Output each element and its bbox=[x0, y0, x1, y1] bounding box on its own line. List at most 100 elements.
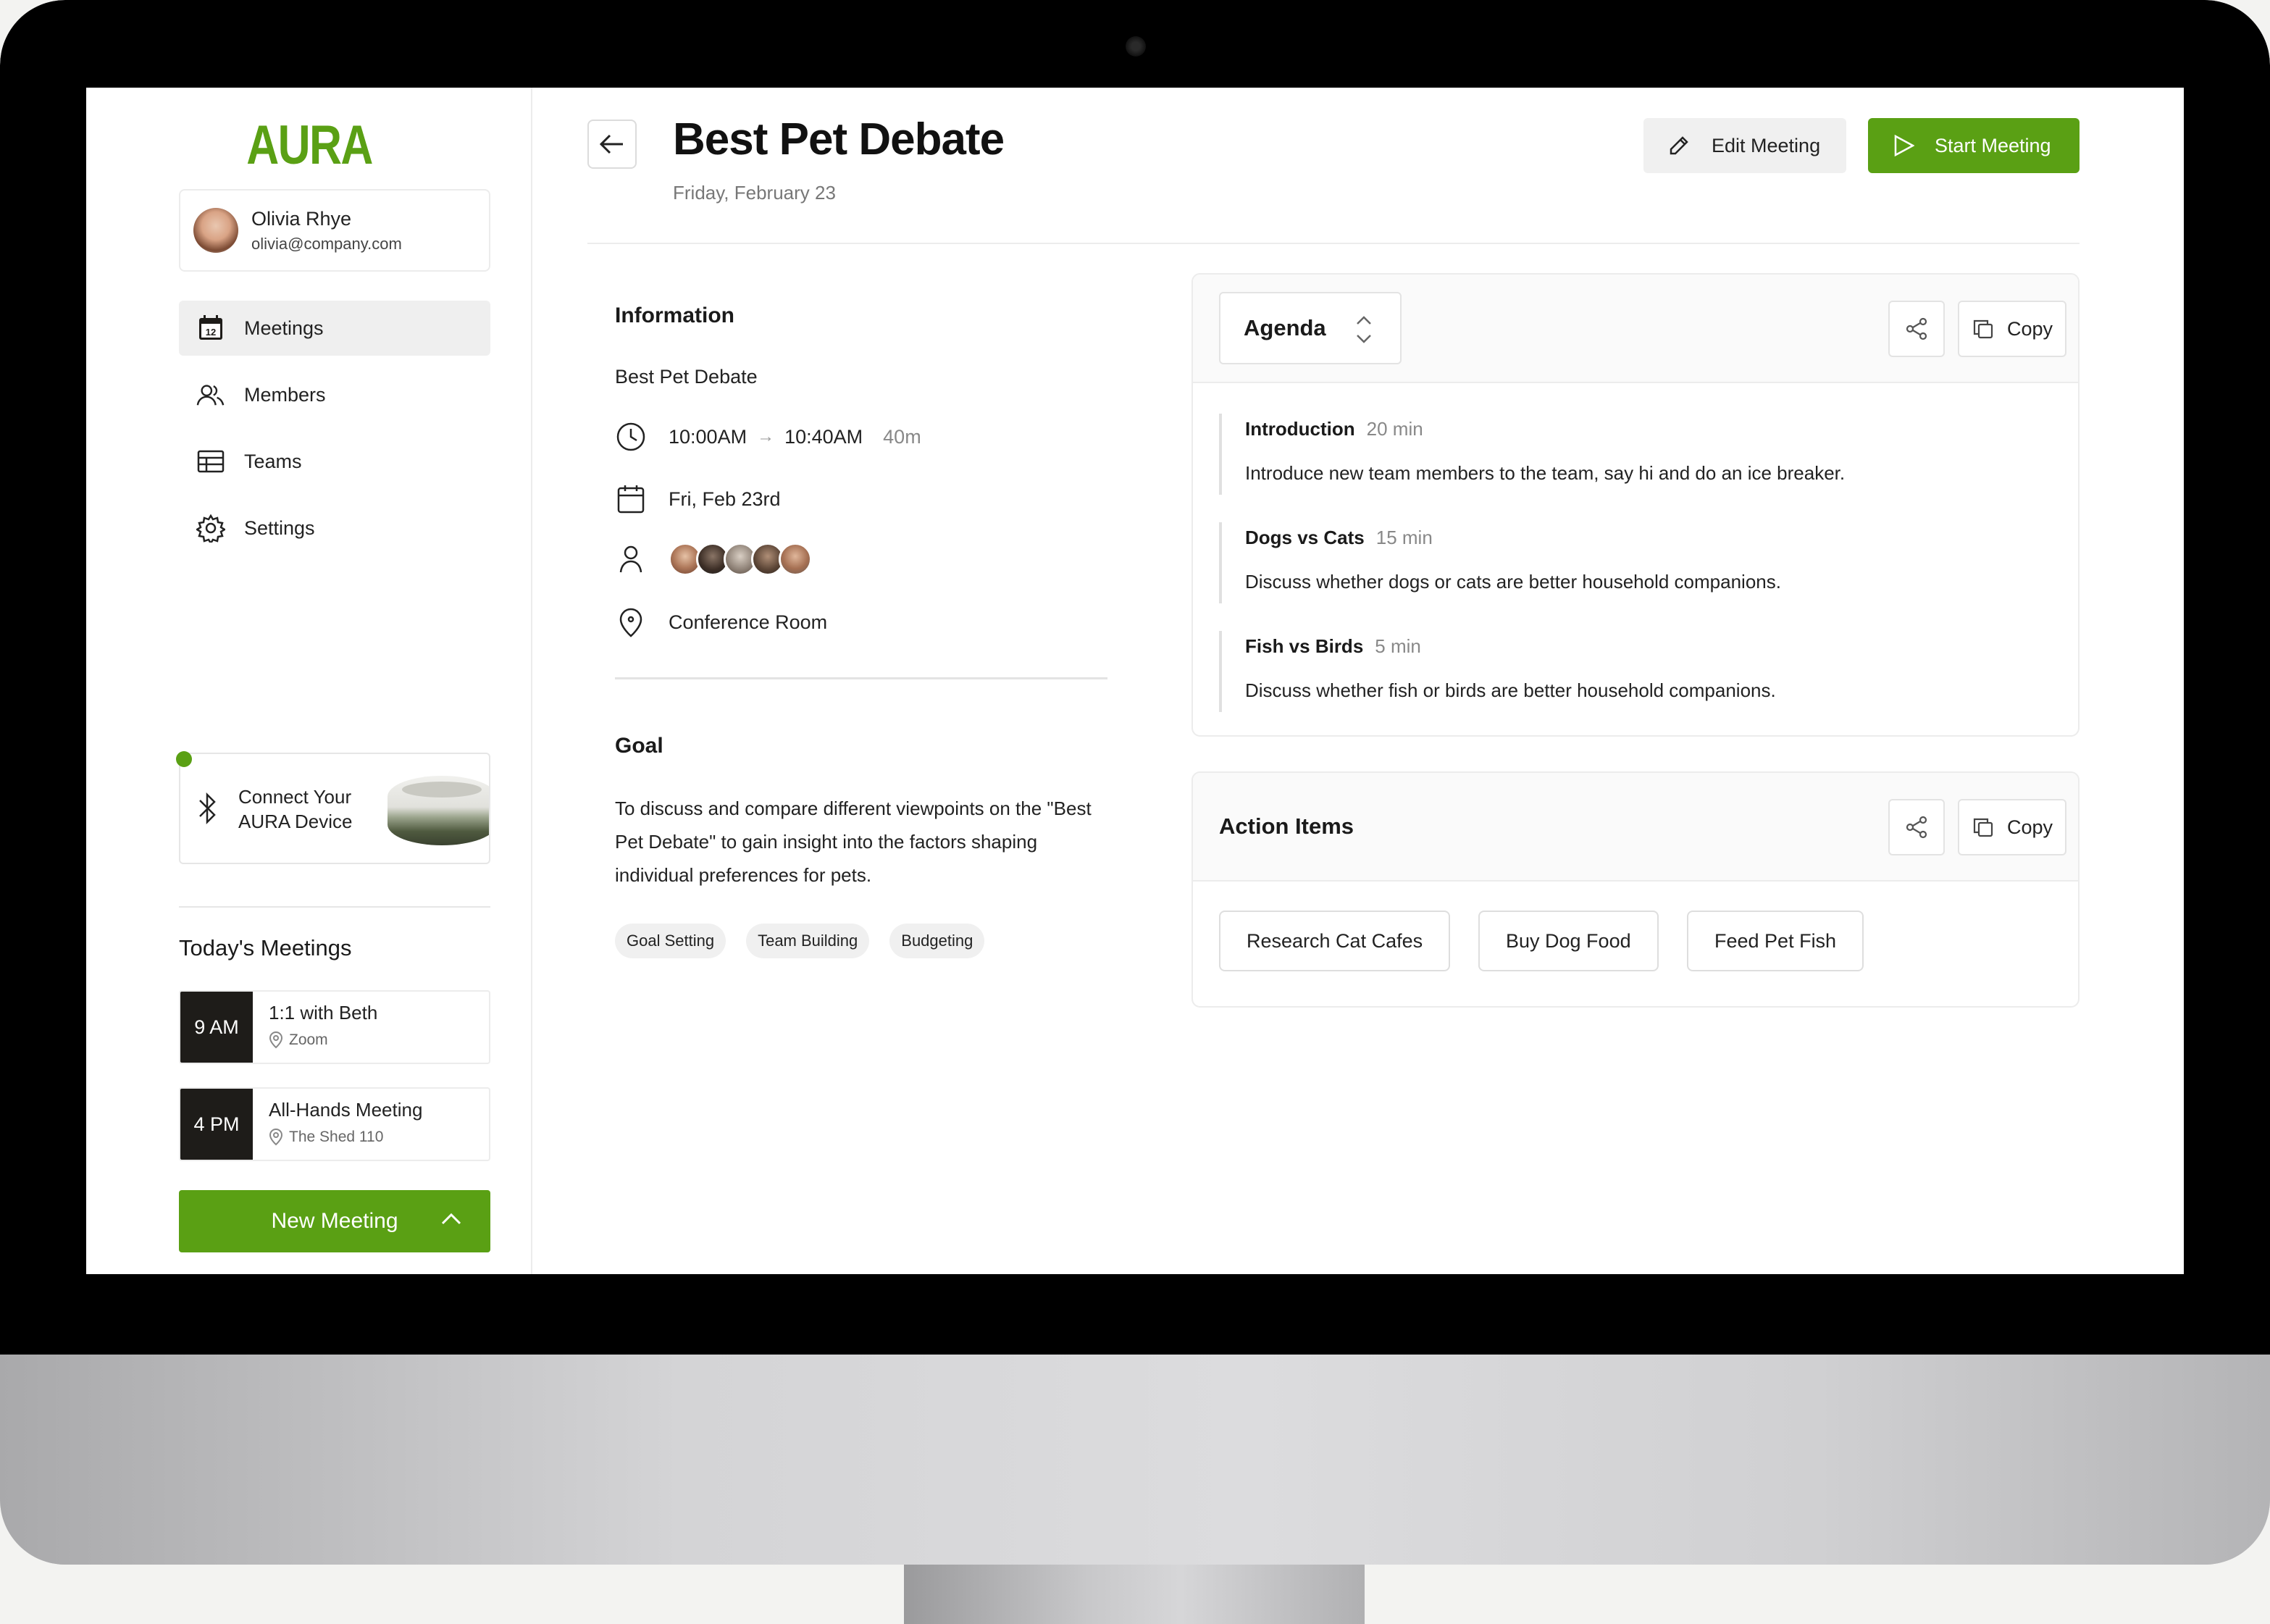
arrow-right-icon: → bbox=[757, 427, 775, 446]
back-button[interactable] bbox=[587, 120, 637, 169]
date-row: Fri, Feb 23rd bbox=[615, 483, 781, 515]
time-row: 10:00AM → 10:40AM 40m bbox=[615, 421, 921, 453]
goal-tags: Goal Setting Team Building Budgeting bbox=[615, 924, 1005, 958]
duration: 40m bbox=[883, 425, 921, 448]
calendar-icon: 12 bbox=[196, 314, 225, 343]
play-icon bbox=[1894, 134, 1914, 157]
calendar-icon bbox=[615, 483, 647, 515]
copy-icon bbox=[1973, 818, 1993, 837]
agenda-item-duration: 15 min bbox=[1375, 527, 1433, 548]
copy-button[interactable]: Copy bbox=[1958, 799, 2066, 855]
pencil-icon bbox=[1670, 136, 1688, 155]
sidebar-item-label: Meetings bbox=[244, 317, 324, 339]
agenda-item[interactable]: Dogs vs Cats 15 min Discuss whether dogs … bbox=[1219, 522, 2052, 603]
action-item-chip[interactable]: Feed Pet Fish bbox=[1687, 911, 1864, 971]
sidebar-item-meetings[interactable]: 12 Meetings bbox=[179, 301, 490, 356]
agenda-item-title: Fish vs Birds bbox=[1245, 635, 1364, 657]
location-pin-icon bbox=[269, 1031, 283, 1049]
user-profile-card[interactable]: Olivia Rhye olivia@company.com bbox=[179, 189, 490, 272]
agenda-item-title: Introduction bbox=[1245, 418, 1355, 440]
meeting-title: 1:1 with Beth bbox=[269, 1002, 378, 1024]
users-icon bbox=[196, 380, 225, 409]
goal-text: To discuss and compare different viewpoi… bbox=[615, 798, 1092, 886]
clock-icon bbox=[615, 421, 647, 453]
sidebar: AURA Olivia Rhye olivia@company.com 12 M… bbox=[86, 88, 532, 1274]
avatar bbox=[193, 208, 238, 253]
agenda-item-description: Introduce new team members to the team, … bbox=[1245, 462, 1846, 484]
sidebar-item-label: Settings bbox=[244, 516, 315, 539]
meeting-location: The Shed 110 bbox=[289, 1129, 384, 1145]
agenda-item[interactable]: Fish vs Birds 5 min Discuss whether fish … bbox=[1219, 631, 2052, 712]
device-label: Connect Your AURA Device bbox=[238, 786, 353, 832]
avatar bbox=[779, 543, 812, 576]
divider bbox=[615, 677, 1107, 679]
arrow-left-icon bbox=[600, 134, 623, 154]
page-date: Friday, February 23 bbox=[673, 182, 836, 204]
action-item-chip[interactable]: Research Cat Cafes bbox=[1219, 911, 1451, 971]
sidebar-item-members[interactable]: Members bbox=[179, 367, 490, 422]
screen: AURA Olivia Rhye olivia@company.com 12 M… bbox=[86, 88, 2184, 1274]
camera-icon bbox=[1126, 36, 1146, 56]
todays-meetings-title: Today's Meetings bbox=[179, 935, 352, 960]
agenda-item-duration: 5 min bbox=[1375, 635, 1421, 657]
sidebar-item-teams[interactable]: Teams bbox=[179, 434, 490, 489]
today-meeting-item[interactable]: 4 PM All-Hands Meeting The Shed 110 bbox=[179, 1087, 490, 1161]
connect-device-card[interactable]: Connect Your AURA Device bbox=[179, 753, 490, 864]
meeting-title: All-Hands Meeting bbox=[269, 1099, 423, 1121]
person-icon bbox=[615, 543, 647, 575]
chevron-up-down-icon bbox=[1357, 316, 1371, 343]
chevron-up-icon bbox=[441, 1213, 461, 1225]
agenda-item[interactable]: Introduction 20 min Introduce new team me… bbox=[1219, 414, 2052, 495]
agenda-item-title: Dogs vs Cats bbox=[1245, 527, 1365, 548]
page-title: Best Pet Debate bbox=[673, 114, 1005, 164]
user-email: olivia@company.com bbox=[251, 234, 402, 253]
share-button[interactable] bbox=[1888, 799, 1945, 855]
ring-device-image bbox=[388, 776, 489, 845]
meeting-location: Conference Room bbox=[669, 611, 828, 633]
divider bbox=[179, 906, 490, 908]
app-logo[interactable]: AURA bbox=[126, 114, 492, 177]
action-items-card: Action Items Copy Research Cat Cafes Buy… bbox=[1191, 771, 2080, 1008]
meeting-location: Zoom bbox=[289, 1031, 328, 1048]
sidebar-nav: 12 Meetings Members Teams Settings bbox=[179, 301, 490, 567]
share-button[interactable] bbox=[1888, 301, 1945, 357]
share-icon bbox=[1906, 816, 1927, 839]
copy-icon bbox=[1973, 319, 1993, 339]
end-time: 10:40AM bbox=[784, 425, 863, 448]
svg-text:12: 12 bbox=[206, 327, 216, 338]
location-row: Conference Room bbox=[615, 606, 827, 638]
meeting-date: Fri, Feb 23rd bbox=[669, 487, 781, 510]
share-icon bbox=[1906, 317, 1927, 340]
goal-title: Goal bbox=[615, 734, 663, 758]
copy-button[interactable]: Copy bbox=[1958, 301, 2066, 357]
edit-meeting-button[interactable]: Edit Meeting bbox=[1643, 118, 1846, 173]
agenda-select[interactable]: Agenda bbox=[1219, 292, 1402, 364]
agenda-item-description: Discuss whether dogs or cats are better … bbox=[1245, 571, 1781, 593]
tag[interactable]: Team Building bbox=[746, 924, 870, 958]
action-item-chip[interactable]: Buy Dog Food bbox=[1478, 911, 1659, 971]
action-items-header: Action Items Copy bbox=[1193, 773, 2078, 882]
sidebar-item-settings[interactable]: Settings bbox=[179, 501, 490, 556]
header-divider bbox=[587, 243, 2080, 244]
tag[interactable]: Budgeting bbox=[889, 924, 985, 958]
location-pin-icon bbox=[269, 1129, 283, 1146]
monitor-frame: AURA Olivia Rhye olivia@company.com 12 M… bbox=[0, 0, 2270, 1565]
agenda-item-duration: 20 min bbox=[1366, 418, 1423, 440]
user-name: Olivia Rhye bbox=[251, 207, 352, 230]
bluetooth-icon bbox=[199, 792, 216, 825]
information-title: Information bbox=[615, 304, 734, 327]
tag[interactable]: Goal Setting bbox=[615, 924, 726, 958]
monitor-chin bbox=[0, 1355, 2270, 1565]
status-dot bbox=[176, 751, 192, 767]
start-meeting-button[interactable]: Start Meeting bbox=[1868, 118, 2080, 173]
agenda-card: Agenda Copy Introduction 20 min Introduce… bbox=[1191, 273, 2080, 737]
start-time: 10:00AM bbox=[669, 425, 747, 448]
action-items-title: Action Items bbox=[1219, 813, 1354, 839]
new-meeting-button[interactable]: New Meeting bbox=[179, 1190, 490, 1252]
attendees-row bbox=[615, 543, 812, 576]
attendee-avatars[interactable] bbox=[669, 543, 812, 576]
meeting-time: 9 AM bbox=[180, 992, 253, 1063]
sidebar-item-label: Members bbox=[244, 383, 326, 406]
today-meeting-item[interactable]: 9 AM 1:1 with Beth Zoom bbox=[179, 990, 490, 1064]
location-pin-icon bbox=[615, 606, 647, 638]
